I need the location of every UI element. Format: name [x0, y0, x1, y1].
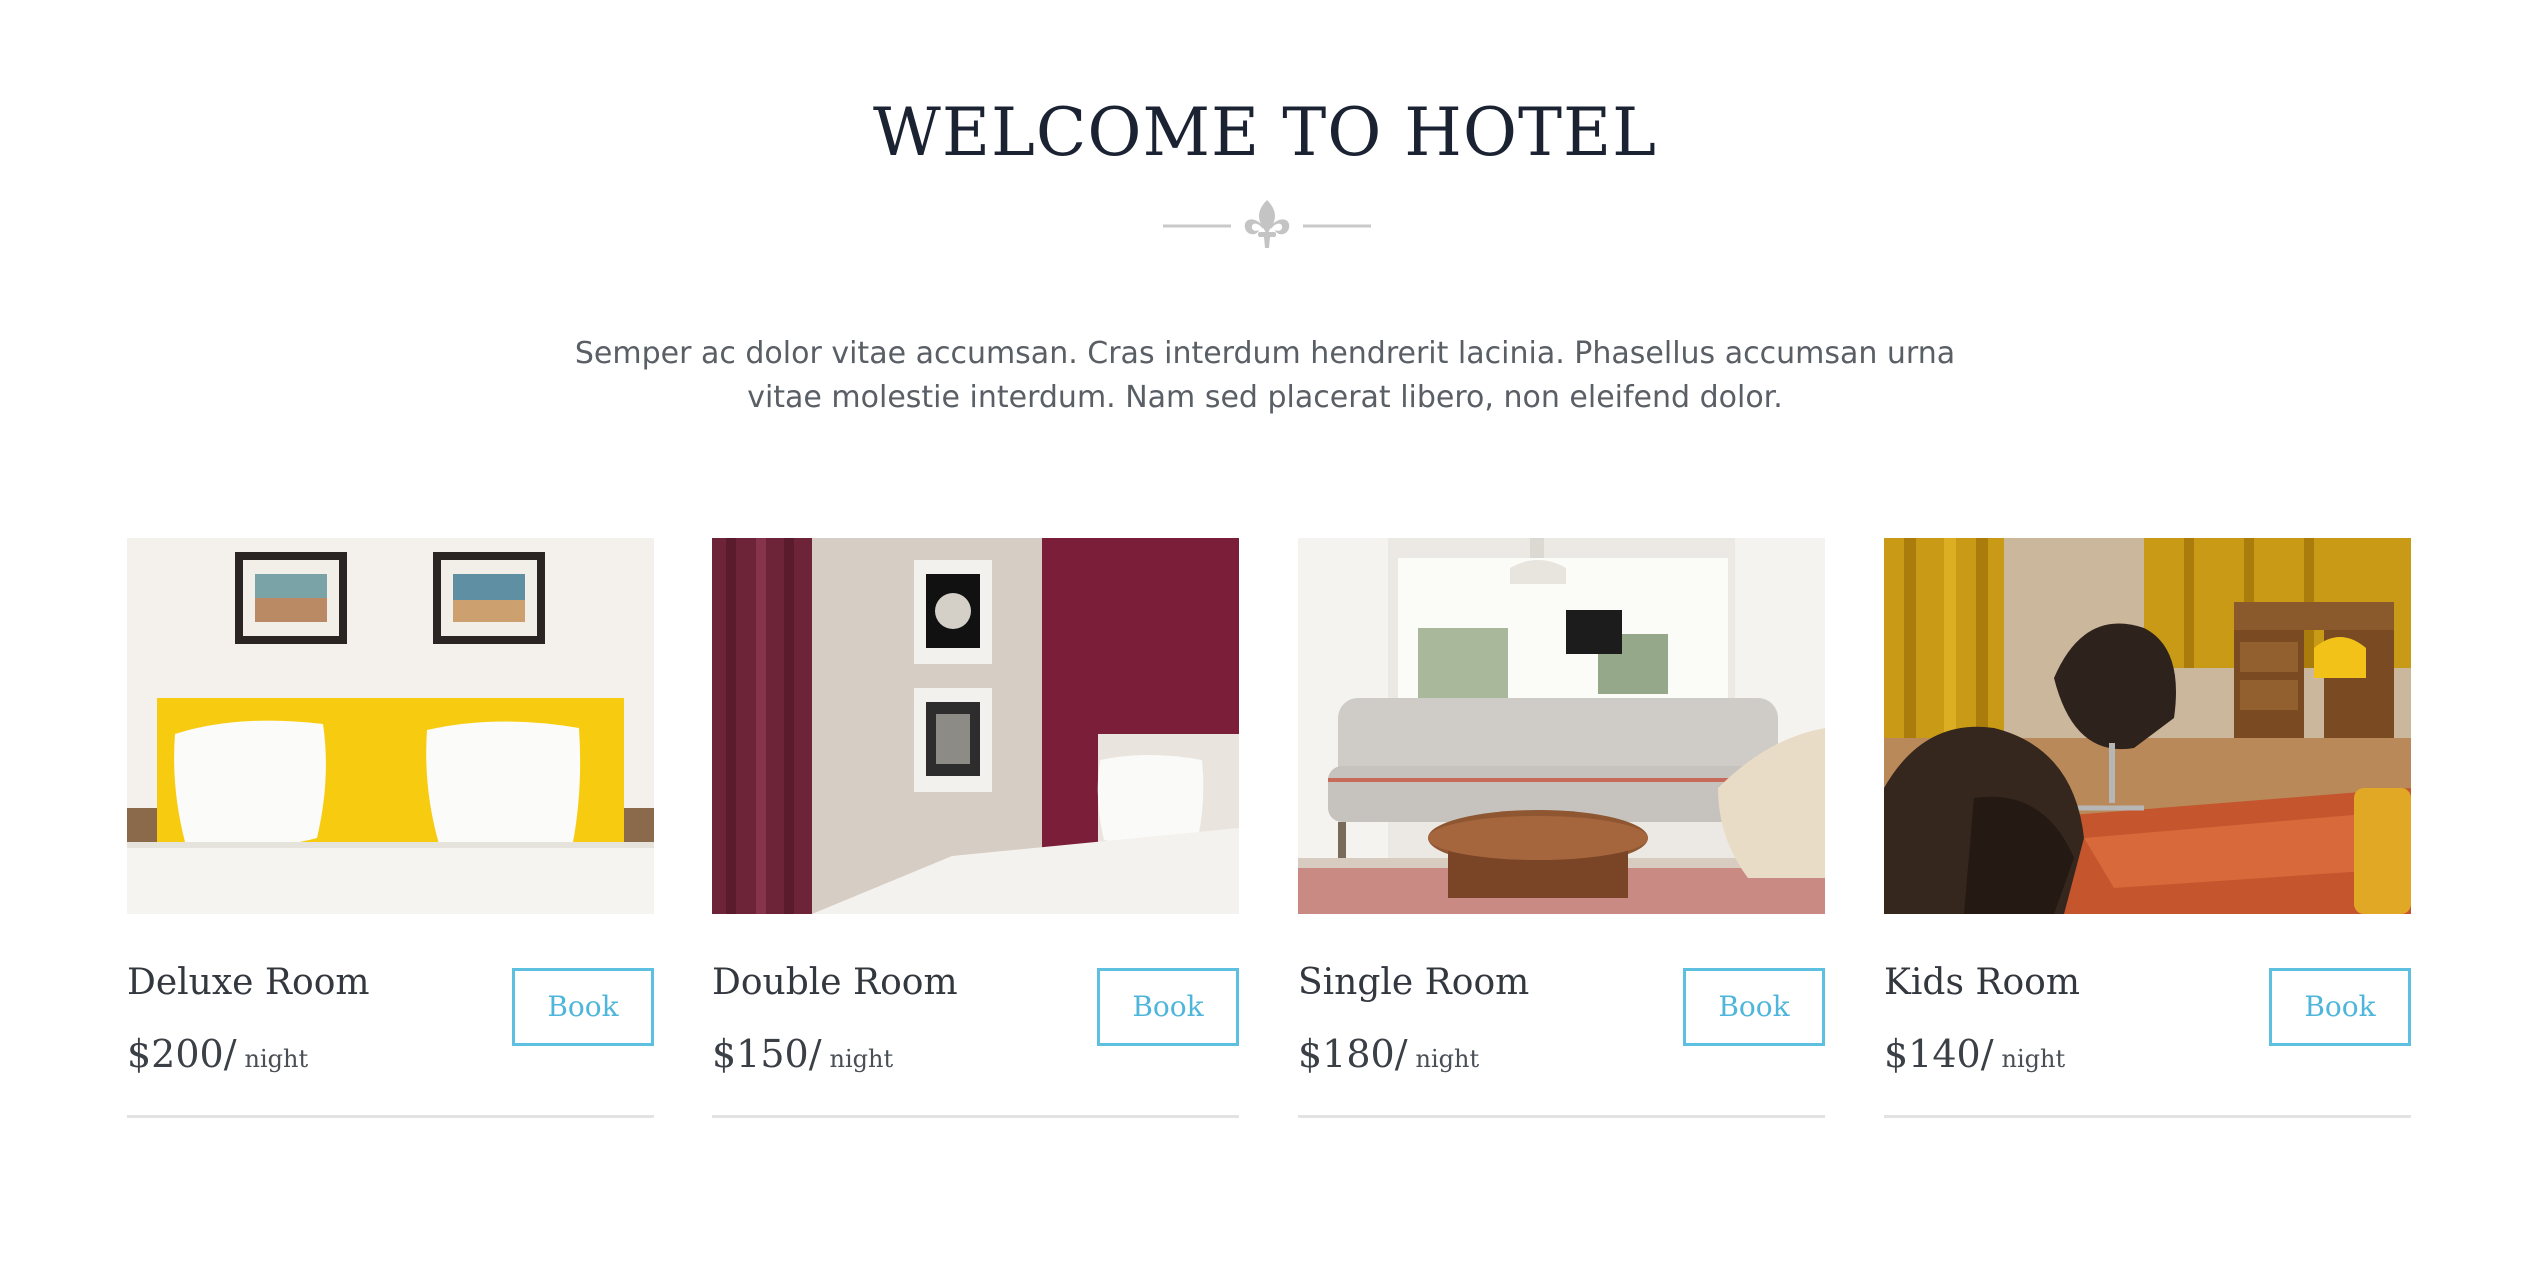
room-price: $200/night	[127, 1032, 308, 1076]
page-title: WELCOME TO HOTEL	[873, 94, 1657, 171]
card-divider	[127, 1115, 654, 1118]
price-separator: /	[1394, 1032, 1408, 1076]
room-price: $180/night	[1298, 1032, 1479, 1076]
room-price: $150/night	[712, 1032, 893, 1076]
price-separator: /	[808, 1032, 822, 1076]
price-amount: $200	[127, 1032, 224, 1076]
room-photo	[127, 538, 654, 914]
room-card: Deluxe Room Book $200/night	[127, 538, 654, 1118]
price-amount: $150	[712, 1032, 809, 1076]
room-name: Deluxe Room	[127, 962, 370, 1003]
room-name: Kids Room	[1884, 962, 2080, 1003]
intro-text: Semper ac dolor vitae accumsan. Cras int…	[574, 336, 1956, 415]
room-name: Double Room	[712, 962, 958, 1003]
welcome-section: WELCOME TO HOTEL Semper ac dolor vitae a…	[0, 0, 2530, 1263]
card-divider	[1884, 1115, 2411, 1118]
room-card: Double Room Book $150/night	[712, 538, 1239, 1118]
price-amount: $140	[1884, 1032, 1981, 1076]
room-card: Kids Room Book $140/night	[1884, 538, 2411, 1118]
price-unit: night	[244, 1045, 309, 1073]
book-button[interactable]: Book	[1683, 968, 1825, 1046]
book-button[interactable]: Book	[512, 968, 654, 1046]
title-divider	[1163, 196, 1371, 252]
card-divider	[712, 1115, 1239, 1118]
price-amount: $180	[1298, 1032, 1395, 1076]
price-separator: /	[223, 1032, 237, 1076]
price-unit: night	[829, 1045, 894, 1073]
fleur-de-lis-icon	[1163, 200, 1371, 248]
book-button[interactable]: Book	[2269, 968, 2411, 1046]
price-separator: /	[1980, 1032, 1994, 1076]
price-unit: night	[1415, 1045, 1480, 1073]
card-divider	[1298, 1115, 1825, 1118]
room-photo	[712, 538, 1239, 914]
room-name: Single Room	[1298, 962, 1530, 1003]
room-photo	[1884, 538, 2411, 914]
book-button[interactable]: Book	[1097, 968, 1239, 1046]
room-price: $140/night	[1884, 1032, 2065, 1076]
room-photo	[1298, 538, 1825, 914]
room-card: Single Room Book $180/night	[1298, 538, 1825, 1118]
price-unit: night	[2001, 1045, 2066, 1073]
